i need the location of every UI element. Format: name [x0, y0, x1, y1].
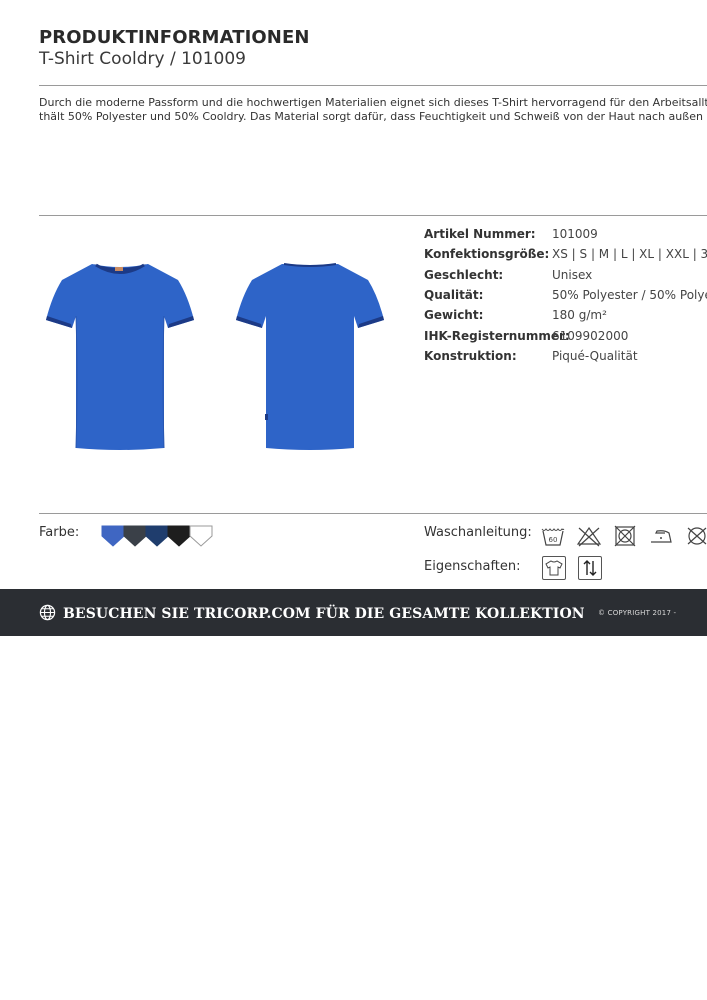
spec-row: IHK-Registernummer: 6109902000: [424, 325, 707, 345]
spec-label: IHK-Registernummer:: [424, 328, 570, 343]
spec-value: Unisex: [552, 267, 593, 282]
color-swatches: [101, 525, 213, 547]
spec-value: 101009: [552, 227, 598, 242]
wash-60-icon: 60: [541, 528, 565, 546]
spec-row: Geschlecht: Unisex: [424, 265, 707, 285]
description-line: thält 50% Polyester und 50% Cooldry. Das…: [39, 110, 707, 123]
no-bleach-icon: [576, 526, 602, 547]
color-swatch[interactable]: [123, 525, 147, 547]
copyright-text: © COPYRIGHT 2017 -: [598, 609, 677, 617]
spec-value: 180 g/m²: [552, 308, 607, 323]
spec-row: Gewicht: 180 g/m²: [424, 305, 707, 325]
product-subtitle: T-Shirt Cooldry / 101009: [39, 49, 246, 69]
shirt-fit-icon: [542, 556, 566, 580]
spec-row: Artikel Nummer: 101009: [424, 224, 707, 244]
divider: [39, 513, 707, 514]
divider: [39, 215, 707, 216]
spec-value: XS | S | M | L | XL | XXL | 3X: [552, 247, 707, 262]
description-line: Durch die moderne Passform und die hochw…: [39, 96, 707, 109]
spec-label: Geschlecht:: [424, 267, 504, 282]
divider: [39, 85, 707, 86]
color-swatch[interactable]: [167, 525, 191, 547]
spec-value: 50% Polyester / 50% Polyeste: [552, 288, 707, 303]
spec-table: Artikel Nummer: 101009 Konfektionsgröße: XS…: [424, 224, 707, 366]
page-title: PRODUKTINFORMATIONEN: [39, 27, 310, 48]
spec-row: Qualität: 50% Polyester / 50% Polyeste: [424, 285, 707, 305]
iron-low-icon: [651, 530, 672, 543]
spec-label: Konstruktion:: [424, 348, 517, 363]
color-swatch[interactable]: [145, 525, 169, 547]
spec-row: Konstruktion: Piqué-Qualität: [424, 346, 707, 366]
no-dry-clean-icon: [687, 527, 707, 545]
spec-label: Gewicht:: [424, 308, 484, 323]
wash-temp-label: 60: [549, 536, 558, 544]
no-tumble-dry-icon: [614, 525, 636, 547]
footer-link-text[interactable]: BESUCHEN SIE TRICORP.COM FÜR DIE GESAMTE…: [63, 606, 585, 622]
color-swatch[interactable]: [101, 525, 125, 547]
globe-icon: [39, 604, 56, 621]
color-label: Farbe:: [39, 525, 80, 540]
spec-row: Konfektionsgröße: XS | S | M | L | XL | X…: [424, 244, 707, 264]
properties-label: Eigenschaften:: [424, 559, 521, 574]
care-label: Waschanleitung:: [424, 525, 532, 540]
t-shirt-back-image: [236, 263, 384, 450]
color-swatch[interactable]: [189, 525, 213, 547]
spec-value: 6109902000: [552, 328, 629, 343]
t-shirt-front-image: [46, 263, 194, 450]
spec-label: Artikel Nummer:: [424, 227, 536, 242]
footer-banner: BESUCHEN SIE TRICORP.COM FÜR DIE GESAMTE…: [0, 589, 707, 636]
spec-label: Konfektionsgröße:: [424, 247, 550, 262]
moisture-wicking-icon: [578, 556, 602, 580]
product-description: Durch die moderne Passform und die hochw…: [39, 96, 707, 124]
spec-value: Piqué-Qualität: [552, 348, 638, 363]
spec-label: Qualität:: [424, 288, 484, 303]
